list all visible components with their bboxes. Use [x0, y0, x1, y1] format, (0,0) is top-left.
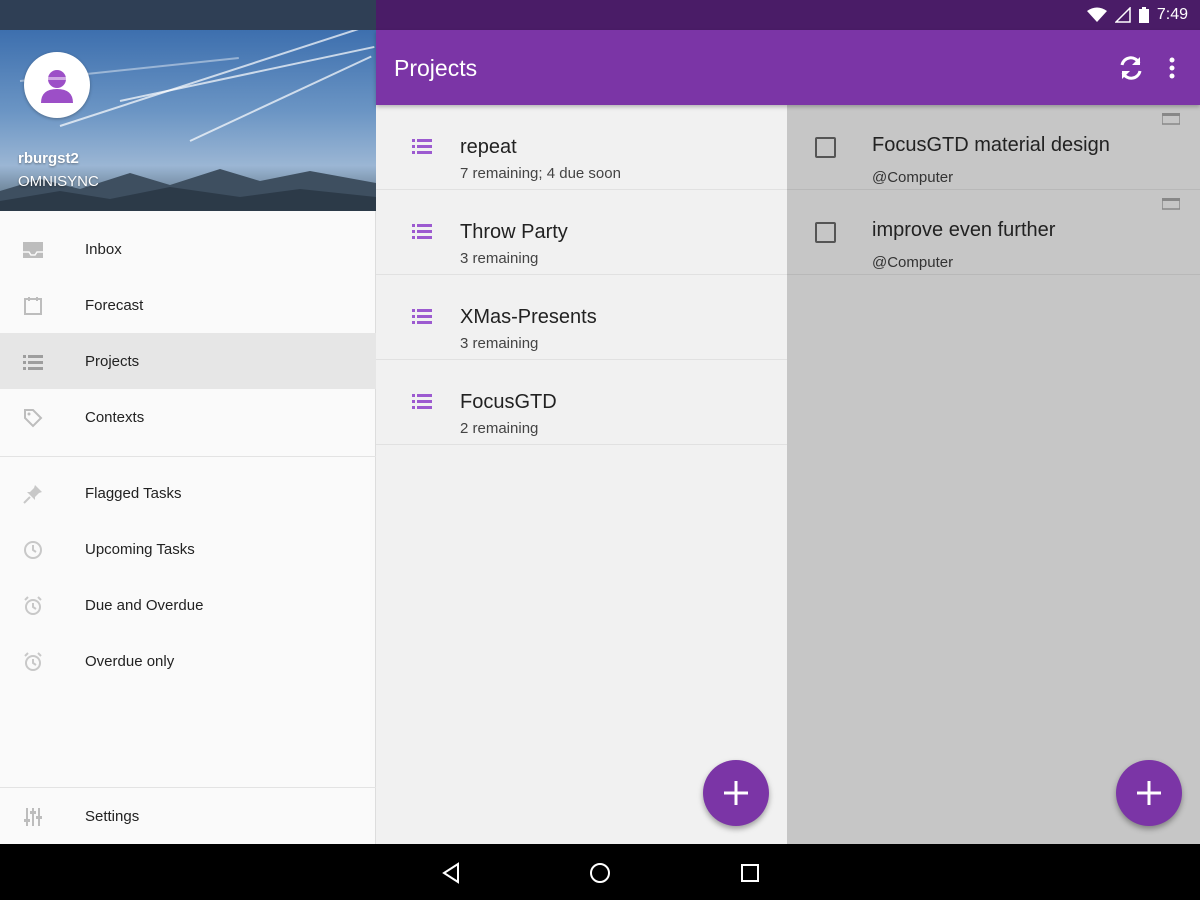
project-remaining: 2 remaining: [460, 420, 539, 437]
pin-icon: [22, 483, 44, 505]
person-icon: [41, 70, 73, 103]
sync-icon: [1120, 56, 1142, 80]
project-name: Throw Party: [460, 221, 568, 243]
task-name: FocusGTD material design: [872, 134, 1110, 156]
sync-button[interactable]: [1115, 52, 1147, 84]
project-list-icon: [412, 139, 432, 154]
drawer-item-projects[interactable]: Projects: [0, 333, 376, 389]
task-checkbox[interactable]: [815, 222, 836, 243]
recents-icon: [741, 864, 759, 882]
drawer-header: rburgst2 OMNISYNC: [0, 30, 376, 211]
project-remaining: 7 remaining; 4 due soon: [460, 165, 621, 182]
add-task-button[interactable]: [1116, 760, 1182, 826]
drawer-item-label: Forecast: [85, 296, 144, 314]
tag-icon: [22, 407, 44, 429]
drawer-item-label: Flagged Tasks: [85, 484, 182, 502]
back-button[interactable]: [436, 858, 466, 888]
navigation-drawer: rburgst2 OMNISYNC Inbox Forecast Project…: [0, 30, 376, 844]
settings-sliders-icon: [22, 806, 44, 828]
task-checkbox[interactable]: [815, 137, 836, 158]
drawer-item-label: Overdue only: [85, 652, 175, 670]
tasks-pane: FocusGTD material design @Computer impro…: [787, 105, 1200, 844]
list-icon: [22, 351, 44, 373]
task-flag-icon: [1162, 113, 1180, 125]
home-button[interactable]: [585, 858, 615, 888]
wifi-icon: [1086, 7, 1107, 22]
status-bar: 7:49: [0, 0, 1200, 30]
project-name: FocusGTD: [460, 391, 557, 413]
alarm-icon: [22, 651, 44, 673]
page-title: Projects: [394, 55, 478, 81]
drawer-item-settings[interactable]: Settings: [0, 788, 376, 844]
clock-icon: [22, 539, 44, 561]
more-options-button[interactable]: [1162, 52, 1182, 84]
avatar[interactable]: [24, 52, 90, 118]
project-row[interactable]: repeat 7 remaining; 4 due soon: [376, 105, 787, 190]
project-list-icon: [412, 224, 432, 239]
drawer-item-label: Contexts: [85, 408, 145, 426]
project-list-icon: [412, 394, 432, 409]
plus-icon: [1137, 781, 1161, 805]
project-name: XMas-Presents: [460, 306, 597, 328]
more-vert-icon: [1169, 57, 1175, 79]
drawer-item-overdue-only[interactable]: Overdue only: [0, 633, 376, 689]
calendar-icon: [22, 295, 44, 317]
task-row[interactable]: FocusGTD material design @Computer: [787, 105, 1200, 190]
back-icon: [442, 862, 459, 884]
signal-icon: [1114, 7, 1131, 23]
drawer-item-forecast[interactable]: Forecast: [0, 277, 376, 333]
app-bar: Projects: [376, 30, 1200, 105]
drawer-item-flagged-tasks[interactable]: Flagged Tasks: [0, 465, 376, 521]
task-context: @Computer: [872, 169, 954, 186]
drawer-item-upcoming-tasks[interactable]: Upcoming Tasks: [0, 521, 376, 577]
drawer-divider: [0, 456, 376, 457]
drawer-item-label: Due and Overdue: [85, 596, 204, 614]
project-remaining: 3 remaining: [460, 335, 539, 352]
status-icons: 7:49: [1086, 0, 1188, 30]
task-context: @Computer: [872, 254, 954, 271]
account-name: rburgst2: [18, 150, 79, 167]
drawer-item-contexts[interactable]: Contexts: [0, 389, 376, 445]
drawer-item-due-and-overdue[interactable]: Due and Overdue: [0, 577, 376, 633]
status-bar-drawer-area: [0, 0, 376, 30]
task-row[interactable]: improve even further @Computer: [787, 190, 1200, 275]
plus-icon: [724, 781, 748, 805]
drawer-item-label: Settings: [85, 807, 140, 825]
drawer-item-label: Inbox: [85, 240, 122, 258]
add-project-button[interactable]: [703, 760, 769, 826]
account-type: OMNISYNC: [18, 173, 99, 190]
drawer-item-inbox[interactable]: Inbox: [0, 221, 376, 277]
drawer-item-label: Upcoming Tasks: [85, 540, 195, 558]
project-row[interactable]: FocusGTD 2 remaining: [376, 360, 787, 445]
inbox-icon: [22, 239, 44, 261]
status-time: 7:49: [1156, 6, 1188, 23]
drawer-item-label: Projects: [85, 352, 140, 370]
battery-icon: [1138, 7, 1149, 23]
home-icon: [590, 863, 610, 883]
recents-button[interactable]: [735, 858, 765, 888]
system-navigation-bar: [0, 844, 1200, 900]
task-name: improve even further: [872, 219, 1056, 241]
project-row[interactable]: Throw Party 3 remaining: [376, 190, 787, 275]
project-list-icon: [412, 309, 432, 324]
project-row[interactable]: XMas-Presents 3 remaining: [376, 275, 787, 360]
task-flag-icon: [1162, 198, 1180, 210]
project-name: repeat: [460, 136, 517, 158]
alarm-icon: [22, 595, 44, 617]
project-remaining: 3 remaining: [460, 250, 539, 267]
projects-list: repeat 7 remaining; 4 due soon Throw Par…: [376, 105, 787, 844]
